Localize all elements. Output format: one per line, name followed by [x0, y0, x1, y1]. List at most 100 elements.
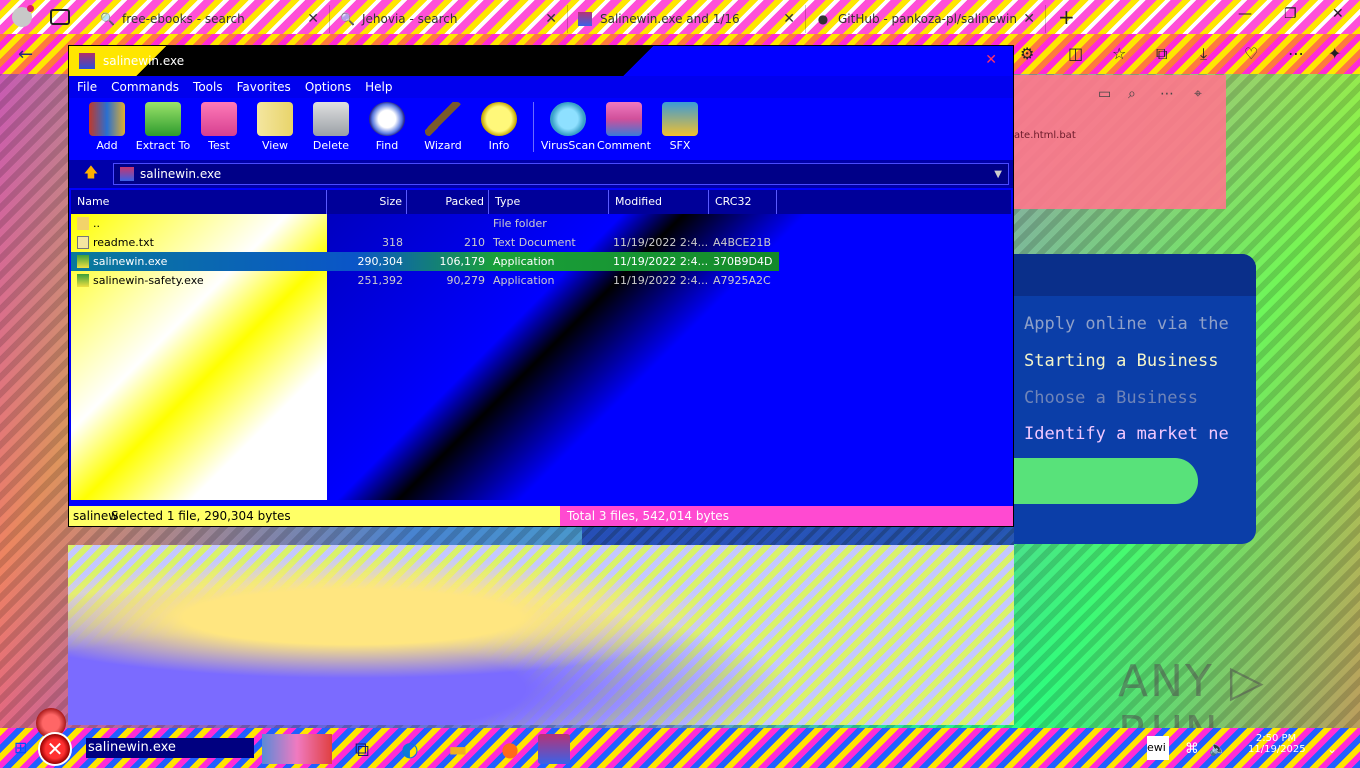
maximize-icon[interactable]: ❐	[1284, 6, 1297, 22]
browser-tab-active[interactable]: Salinewin.exe and 1/16 ✕	[568, 5, 806, 33]
tab-title: Jehovia - search	[362, 12, 458, 26]
code-line: Apply online via the	[1024, 314, 1229, 334]
column-name[interactable]: Name	[71, 190, 327, 214]
back-arrow-icon[interactable]: ←	[18, 44, 33, 65]
button-label: Test	[208, 139, 230, 152]
button-label: VirusScan	[540, 139, 596, 152]
virusscan-button[interactable]: VirusScan	[540, 98, 596, 152]
extract-to-button[interactable]: Extract To	[135, 98, 191, 152]
menu-commands[interactable]: Commands	[111, 80, 179, 94]
more-menu-icon[interactable]: ⋯	[1288, 44, 1304, 63]
extensions-icon[interactable]: ⧉	[1156, 44, 1167, 64]
file-modified: 11/19/2022 2:4...	[613, 236, 709, 249]
close-tab-icon[interactable]: ✕	[545, 11, 557, 27]
info-button[interactable]: Info	[471, 98, 527, 152]
file-list: .. File folder readme.txt 318 210 Text D…	[71, 214, 1011, 500]
column-modified[interactable]: Modified	[609, 190, 709, 214]
tray-app-label[interactable]: ewi	[1147, 736, 1169, 760]
close-tab-icon[interactable]: ✕	[1023, 11, 1035, 27]
menu-options[interactable]: Options	[305, 80, 351, 94]
column-packed[interactable]: Packed	[407, 190, 489, 214]
start-windows-icon[interactable]: ⊞	[14, 738, 27, 757]
file-explorer-icon[interactable]: ▬	[442, 734, 474, 764]
close-window-icon[interactable]: ✕	[1332, 6, 1344, 22]
test-button[interactable]: Test	[191, 98, 247, 152]
tab-title: free-ebooks - search	[122, 12, 245, 26]
file-packed: 90,279	[446, 274, 486, 287]
browser-essentials-icon[interactable]: ♡	[1244, 44, 1258, 63]
github-icon: ●	[817, 12, 829, 26]
green-pill-button[interactable]	[1014, 458, 1198, 504]
menu-help[interactable]: Help	[365, 80, 392, 94]
browser-tab-bar: 🔍 free-ebooks - search ✕ 🔍 Jehovia - sea…	[0, 0, 1360, 34]
search-icon[interactable]: ⌕	[1128, 86, 1136, 102]
settings-gear-icon[interactable]: ⚙	[1020, 44, 1034, 63]
more-options-icon[interactable]: ⋯	[1160, 86, 1174, 102]
task-view-icon[interactable]: ⧉	[346, 734, 378, 764]
find-button[interactable]: Find	[359, 98, 415, 152]
volume-icon[interactable]: 🔈	[1202, 734, 1234, 764]
menu-tools[interactable]: Tools	[193, 80, 223, 94]
column-type[interactable]: Type	[489, 190, 609, 214]
pin-icon[interactable]: ⌖	[1194, 86, 1202, 102]
error-x-icon[interactable]: ✕	[38, 732, 72, 766]
sfx-button[interactable]: SFX	[652, 98, 708, 152]
gift-boxes-icon[interactable]	[262, 734, 332, 764]
file-name-text: salinewin.exe	[93, 255, 168, 268]
open-folder-icon[interactable]: ▭	[1098, 86, 1111, 102]
firefox-icon[interactable]: ●	[494, 734, 526, 764]
edge-browser-icon[interactable]: ◐	[394, 734, 426, 764]
wallpaper-art	[68, 545, 1014, 725]
browser-tab[interactable]: ● GitHub - pankoza-pl/salinewin ✕	[806, 5, 1046, 33]
tab-title: Salinewin.exe and 1/16	[600, 12, 740, 26]
winrar-icon	[578, 12, 592, 26]
download-item-name: ate.html.bat	[1014, 130, 1076, 141]
clock-time: 2:50 PM	[1255, 733, 1297, 744]
chevron-down-icon[interactable]: ▼	[994, 169, 1002, 180]
browser-tab[interactable]: 🔍 free-ebooks - search ✕	[90, 5, 330, 33]
toolbar: Add Extract To Test View Delete Find Wiz…	[69, 98, 1013, 158]
up-arrow-icon[interactable]: 🡅	[69, 162, 113, 186]
comment-button[interactable]: Comment	[596, 98, 652, 152]
status-left: salinew	[73, 509, 119, 523]
path-field[interactable]: salinewin.exe ▼	[113, 163, 1009, 185]
close-tab-icon[interactable]: ✕	[783, 11, 795, 27]
tab-actions-icon[interactable]	[50, 9, 70, 25]
path-text: salinewin.exe	[140, 167, 222, 181]
split-screen-icon[interactable]: ◫	[1068, 44, 1083, 63]
winrar-taskbar-icon[interactable]	[538, 734, 570, 764]
view-book-icon	[257, 102, 293, 136]
list-item-selected[interactable]: salinewin.exe 290,304 106,179 Applicatio…	[71, 252, 779, 271]
profile-avatar-icon[interactable]	[12, 5, 34, 27]
browser-tab[interactable]: 🔍 Jehovia - search ✕	[330, 5, 568, 33]
close-tab-icon[interactable]: ✕	[307, 11, 319, 27]
toolbar-separator	[533, 102, 534, 152]
taskbar-search-field[interactable]: salinewin.exe	[86, 738, 254, 758]
tray-clock[interactable]: 2:50 PM 11/19/2025	[1248, 733, 1306, 755]
info-icon	[481, 102, 517, 136]
notification-chevron-icon[interactable]: ⌄	[1316, 734, 1348, 764]
code-line-text: Starting a Business	[1024, 351, 1219, 371]
menu-file[interactable]: File	[77, 80, 97, 94]
download-icon[interactable]: ⤓	[1200, 44, 1207, 64]
close-icon[interactable]: ✕	[985, 52, 997, 68]
list-item[interactable]: .. File folder	[71, 214, 779, 233]
list-item[interactable]: salinewin-safety.exe 251,392 90,279 Appl…	[71, 271, 779, 290]
view-button[interactable]: View	[247, 98, 303, 152]
minimize-icon[interactable]: —	[1238, 6, 1252, 22]
menu-favorites[interactable]: Favorites	[237, 80, 291, 94]
code-line: Starting a Business	[1024, 351, 1218, 371]
column-size[interactable]: Size	[327, 190, 407, 214]
winrar-window: salinewin.exe ✕ File Commands Tools Favo…	[68, 45, 1014, 527]
new-tab-button[interactable]: +	[1058, 5, 1075, 29]
status-bar: salinew Selected 1 file, 290,304 bytes T…	[69, 506, 1013, 526]
file-name: salinewin-safety.exe	[77, 274, 204, 287]
comment-books-icon	[606, 102, 642, 136]
list-item[interactable]: readme.txt 318 210 Text Document 11/19/2…	[71, 233, 779, 252]
favorites-icon[interactable]: ☆	[1112, 44, 1126, 63]
copilot-icon[interactable]: ✦	[1328, 44, 1341, 63]
column-crc32[interactable]: CRC32	[709, 190, 777, 214]
add-button[interactable]: Add	[79, 98, 135, 152]
delete-button[interactable]: Delete	[303, 98, 359, 152]
wizard-button[interactable]: Wizard	[415, 98, 471, 152]
